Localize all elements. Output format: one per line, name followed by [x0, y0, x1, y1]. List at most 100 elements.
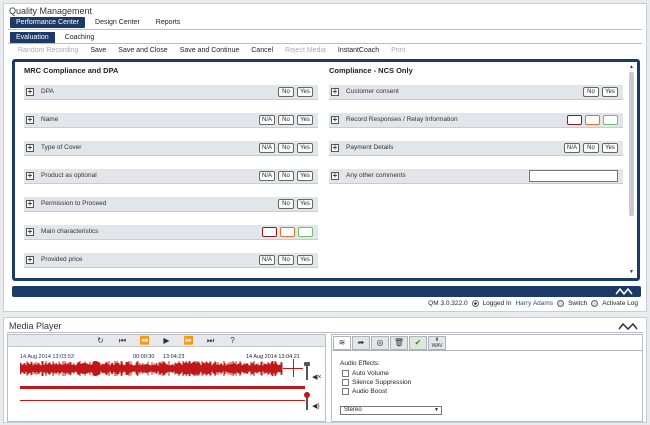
auto-volume-option[interactable]: Auto Volume [342, 370, 389, 377]
playhead[interactable] [293, 359, 294, 377]
answer-na-button[interactable]: N/A [259, 171, 275, 181]
toolbar-instantcoach-button[interactable]: InstantCoach [332, 46, 385, 56]
expand-plus-icon[interactable]: + [331, 116, 339, 124]
silence-suppression-option[interactable]: Silence Suppression [342, 379, 411, 386]
skip-start-icon[interactable]: ⏮ [118, 336, 128, 346]
fail-rating-button[interactable] [567, 115, 582, 125]
silence-suppression-checkbox[interactable] [342, 379, 349, 386]
replay-icon[interactable]: ↻ [96, 336, 106, 346]
answer-na-button[interactable]: N/A [259, 255, 275, 265]
answer-yes-button[interactable]: Yes [297, 115, 313, 125]
expand-plus-icon[interactable]: + [331, 88, 339, 96]
scroll-up-icon[interactable]: ▲ [628, 64, 635, 71]
toolbar-random-recording-button[interactable]: Random Recording [12, 46, 84, 56]
skip-end-icon[interactable]: ⏭ [206, 336, 216, 346]
answer-yes-button[interactable]: Yes [297, 87, 313, 97]
double-chevron-up-icon[interactable] [615, 287, 633, 295]
tab-design-center[interactable]: Design Center [89, 17, 146, 28]
double-chevron-up-icon[interactable] [618, 322, 638, 330]
timeline-start: 14 Aug 2014 13:03:53 [20, 354, 74, 360]
volume-handle[interactable] [304, 362, 310, 366]
expand-plus-icon[interactable]: + [26, 200, 34, 208]
form-scrollbar[interactable]: ▲ ▼ [628, 64, 635, 276]
toolbar-save-and-close-button[interactable]: Save and Close [112, 46, 173, 56]
approve-tab-icon[interactable]: ✔ [409, 336, 427, 350]
toolbar-cancel-button[interactable]: Cancel [245, 46, 279, 56]
answer-no-button[interactable]: No [583, 143, 599, 153]
help-icon[interactable]: ? [228, 336, 238, 346]
search-tab-icon[interactable]: ◎ [371, 336, 389, 350]
answer-no-button[interactable]: No [278, 199, 294, 209]
pass-rating-button[interactable] [603, 115, 618, 125]
answer-no-button[interactable]: No [278, 255, 294, 265]
answer-no-button[interactable]: No [583, 87, 599, 97]
answer-no-button[interactable]: No [278, 87, 294, 97]
answer-yes-button[interactable]: Yes [297, 143, 313, 153]
answer-yes-button[interactable]: Yes [297, 199, 313, 209]
share-tab-icon[interactable]: ➦ [352, 336, 370, 350]
scroll-thumb[interactable] [629, 72, 634, 216]
collapse-form-bar[interactable] [12, 286, 641, 297]
rewind-icon[interactable]: ⏪ [140, 336, 150, 346]
criteria-row: + Main characteristics [24, 225, 318, 240]
pass-rating-button[interactable] [298, 227, 313, 237]
answer-yes-button[interactable]: Yes [602, 87, 618, 97]
audio-boost-checkbox[interactable] [342, 388, 349, 395]
tab-performance-center[interactable]: Performance Center [10, 17, 86, 28]
toolbar-print-button[interactable]: Print [385, 46, 411, 56]
answer-yes-button[interactable]: Yes [297, 255, 313, 265]
tab-evaluation[interactable]: Evaluation [10, 32, 55, 43]
user-name-link[interactable]: Harry Adams [515, 300, 553, 307]
expand-plus-icon[interactable]: + [331, 172, 339, 180]
answer-buttons: N/A No Yes [259, 171, 313, 181]
timeline-offset: 00:00:30 [133, 354, 155, 360]
switch-radio[interactable] [557, 300, 565, 307]
delete-tab-icon[interactable]: 🗑 [390, 336, 408, 350]
fail-rating-button[interactable] [262, 227, 277, 237]
answer-na-button[interactable]: N/A [259, 143, 275, 153]
tab-coaching[interactable]: Coaching [59, 32, 101, 43]
answer-no-button[interactable]: No [278, 115, 294, 125]
partial-rating-button[interactable] [585, 115, 600, 125]
logged-in-label: Logged In [482, 300, 512, 307]
answer-yes-button[interactable]: Yes [297, 171, 313, 181]
volume-handle-2[interactable] [304, 392, 310, 398]
play-icon[interactable]: ▶ [162, 336, 172, 346]
comments-input[interactable] [529, 170, 618, 182]
criteria-row: + Payment Details N/A No Yes [329, 141, 623, 156]
expand-plus-icon[interactable]: + [26, 88, 34, 96]
fast-forward-icon[interactable]: ⏩ [184, 336, 194, 346]
logged-in-radio[interactable] [471, 300, 479, 307]
answer-yes-button[interactable]: Yes [602, 143, 618, 153]
answer-na-button[interactable]: N/A [259, 115, 275, 125]
expand-plus-icon[interactable]: + [26, 144, 34, 152]
answer-na-button[interactable]: N/A [564, 143, 580, 153]
criteria-label: Product as optional [41, 172, 97, 179]
wav-download-icon[interactable]: ⬆ WAV [428, 336, 446, 350]
activate-log-radio[interactable] [591, 300, 599, 307]
auto-volume-checkbox[interactable] [342, 370, 349, 377]
expand-plus-icon[interactable]: + [26, 256, 34, 264]
toolbar-save-button[interactable]: Save [84, 46, 112, 56]
audio-boost-option[interactable]: Audio Boost [342, 388, 387, 395]
rating-buttons [262, 227, 313, 237]
scroll-down-icon[interactable]: ▼ [628, 269, 635, 276]
tab-reports[interactable]: Reports [150, 17, 187, 28]
partial-rating-button[interactable] [280, 227, 295, 237]
answer-no-button[interactable]: No [278, 143, 294, 153]
silence-suppression-label: Silence Suppression [352, 379, 412, 386]
main-nav: Performance Center Design Center Reports [10, 17, 186, 29]
expand-plus-icon[interactable]: + [26, 228, 34, 236]
audio-effects-heading: Audio Effects: [340, 360, 380, 367]
toolbar-save-and-continue-button[interactable]: Save and Continue [174, 46, 246, 56]
speaker-icon[interactable]: ◀) [312, 402, 320, 410]
waveform-tab-icon[interactable]: ≋ [333, 336, 351, 350]
toolbar-reject-media-button[interactable]: Reject Media [279, 46, 332, 56]
channel-mode-select[interactable]: Stereo ▼ [340, 406, 442, 415]
expand-plus-icon[interactable]: + [26, 116, 34, 124]
answer-no-button[interactable]: No [278, 171, 294, 181]
waveform[interactable] [20, 361, 303, 376]
mute-icon[interactable]: ◀× [312, 373, 321, 381]
expand-plus-icon[interactable]: + [331, 144, 339, 152]
expand-plus-icon[interactable]: + [26, 172, 34, 180]
